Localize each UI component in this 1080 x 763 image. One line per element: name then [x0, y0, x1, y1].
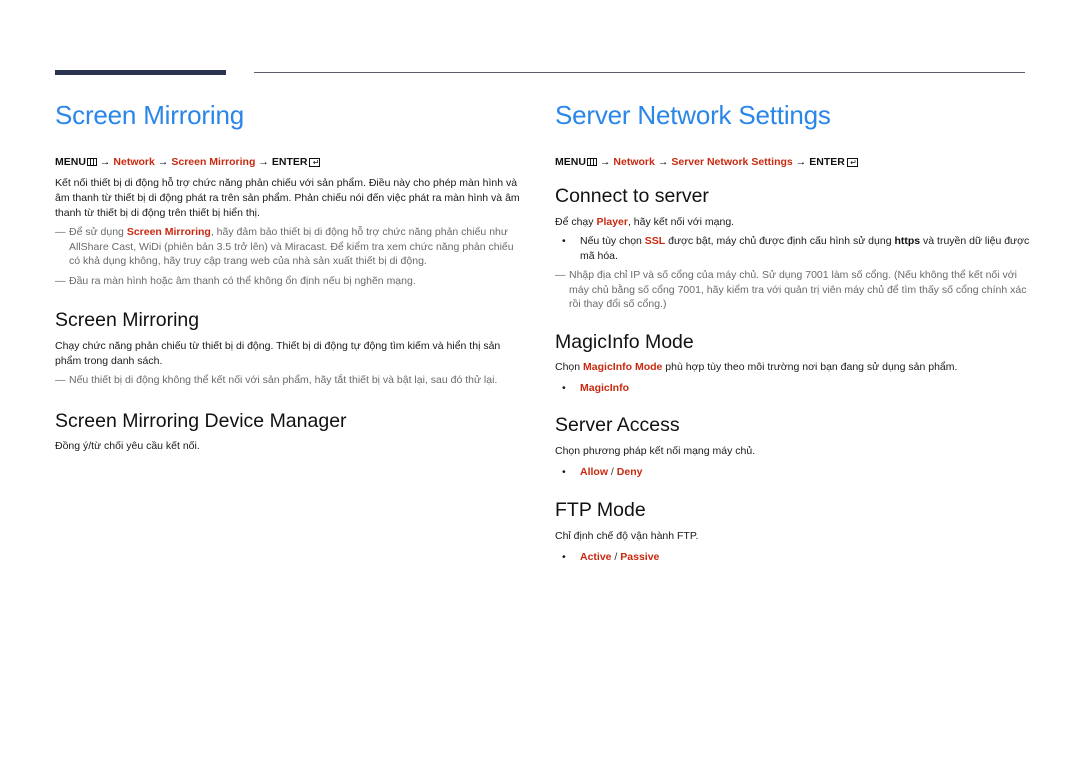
- ftp-text: Chỉ định chế độ vận hành FTP.: [555, 529, 699, 542]
- separator: /: [608, 466, 617, 478]
- enter-icon: ↵: [846, 157, 858, 167]
- server-access-text: Chọn phương pháp kết nối mạng máy chủ.: [555, 445, 756, 457]
- bullet-icon: •: [562, 235, 566, 247]
- enter-label: ENTER: [809, 156, 845, 168]
- menu-path-network[interactable]: Network: [613, 155, 654, 169]
- option-active[interactable]: Active: [580, 551, 612, 563]
- heading-ftp-mode: FTP Mode: [555, 498, 646, 521]
- header-rule-thick: [55, 70, 226, 75]
- arrow: →: [657, 156, 669, 168]
- screen-mirroring-text: Chạy chức năng phản chiếu từ thiết bị di…: [55, 340, 501, 367]
- bullet-icon: •: [562, 381, 566, 394]
- separator: /: [611, 550, 621, 563]
- heading-device-manager: Screen Mirroring Device Manager: [55, 409, 347, 432]
- magicinfo-option-bullet: • MagicInfo: [555, 381, 1030, 396]
- left-column: Screen Mirroring MENU → Network → Screen…: [55, 95, 525, 454]
- page-title-server-network-settings: Server Network Settings: [555, 100, 831, 130]
- header-rule-thin: [254, 72, 1025, 73]
- right-column: Server Network Settings MENU → Network →…: [555, 95, 1030, 564]
- menu-label: MENU: [55, 156, 86, 168]
- heading-server-access: Server Access: [555, 414, 680, 436]
- magicinfo-mode-link: MagicInfo Mode: [583, 360, 663, 373]
- menu-path-server-network-settings[interactable]: Server Network Settings: [671, 155, 792, 169]
- option-magicinfo[interactable]: MagicInfo: [580, 382, 629, 394]
- note-dash-icon: —: [55, 226, 66, 238]
- connect-text: Để chạy Player, hãy kết nối với mạng.: [555, 216, 735, 228]
- option-deny[interactable]: Deny: [617, 466, 643, 478]
- ssl-bullet: • Nếu tùy chọn SSL được bật, máy chủ đượ…: [562, 235, 1030, 262]
- player-link: Player: [596, 216, 628, 228]
- option-allow[interactable]: Allow: [580, 466, 608, 478]
- ssl-option: SSL: [644, 235, 666, 247]
- arrow: →: [99, 156, 111, 168]
- https-label: https: [894, 235, 921, 247]
- enter-icon: ↵: [309, 157, 321, 167]
- menu-path-screen-mirroring[interactable]: Screen Mirroring: [171, 155, 255, 169]
- note-port: — Nhập địa chỉ IP và số cổng của máy chủ…: [555, 269, 1027, 310]
- menu-path: MENU → Network → Screen Mirroring → ENTE…: [55, 154, 525, 170]
- heading-screen-mirroring: Screen Mirroring: [55, 309, 200, 331]
- menu-path: MENU → Network → Server Network Settings…: [555, 154, 1030, 170]
- note-dash-icon: —: [555, 269, 566, 281]
- menu-icon: [86, 158, 97, 166]
- bullet-icon: •: [562, 466, 566, 478]
- menu-path-network[interactable]: Network: [113, 155, 154, 169]
- intro-text: Kết nối thiết bị di động hỗ trợ chức năn…: [55, 177, 520, 219]
- arrow: →: [599, 156, 611, 168]
- menu-label: MENU: [555, 156, 586, 168]
- note-dash-icon: —: [55, 374, 66, 386]
- magicinfo-text: Chọn MagicInfo Mode phù hợp tùy theo môi…: [555, 360, 958, 373]
- note-reconnect: — Nếu thiết bị di động không thể kết nối…: [55, 374, 498, 386]
- note-compatibility: — Để sử dụng Screen Mirroring, hãy đảm b…: [55, 226, 514, 267]
- option-passive[interactable]: Passive: [620, 551, 659, 563]
- bullet-icon: •: [562, 550, 566, 563]
- page-title-screen-mirroring: Screen Mirroring: [55, 100, 244, 130]
- heading-magicinfo-mode: MagicInfo Mode: [555, 330, 694, 353]
- arrow: →: [157, 156, 169, 168]
- note-dash-icon: —: [55, 274, 66, 287]
- screen-mirroring-link: Screen Mirroring: [126, 226, 211, 238]
- arrow: →: [258, 156, 269, 168]
- device-manager-text: Đồng ý/từ chối yêu cầu kết nối.: [55, 439, 200, 452]
- enter-label: ENTER: [271, 156, 308, 168]
- server-access-options: • Allow / Deny: [555, 465, 1030, 480]
- menu-icon: [586, 158, 597, 166]
- ftp-options: • Active / Passive: [555, 550, 1030, 565]
- heading-connect-to-server: Connect to server: [555, 185, 709, 207]
- arrow: →: [795, 156, 807, 168]
- note-network: — Đầu ra màn hình hoặc âm thanh có thể k…: [55, 274, 416, 287]
